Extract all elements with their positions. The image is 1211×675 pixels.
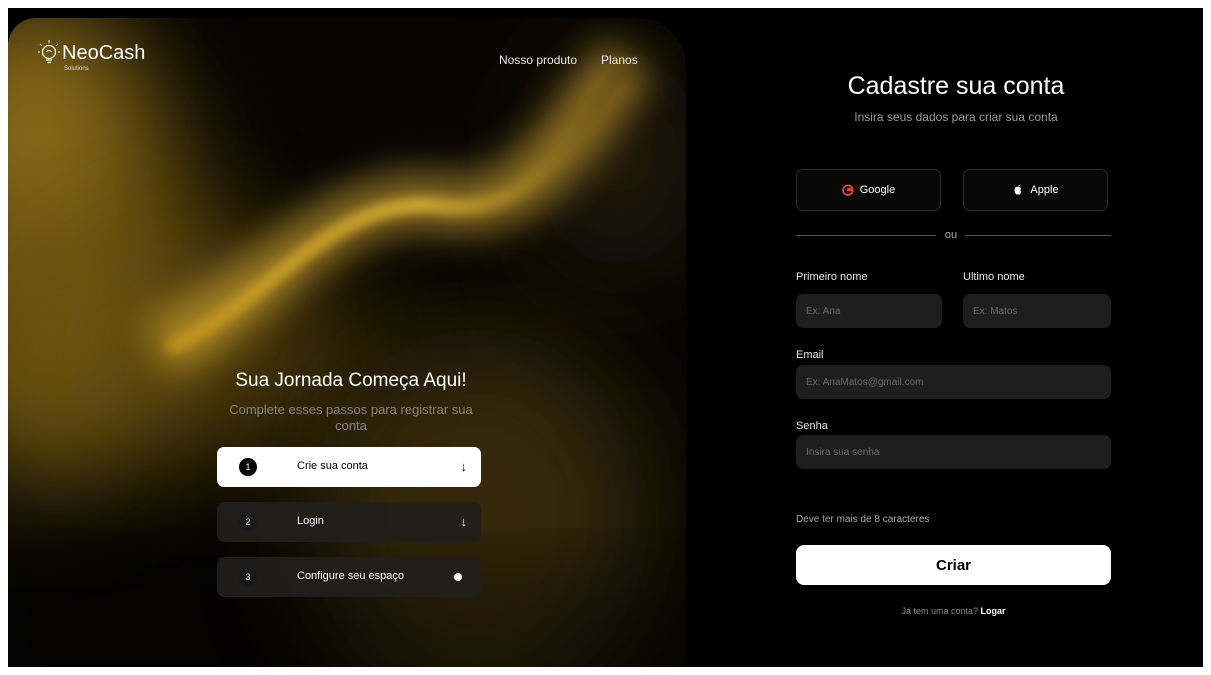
password-hint: Deve ter mais de 8 caracteres <box>796 514 930 525</box>
step-label: Login <box>297 515 324 527</box>
last-name-label: Ultimo nome <box>963 271 1025 283</box>
brand-name: NeoCash <box>62 42 146 64</box>
arrow-down-icon: ↓ <box>460 514 468 529</box>
login-question: Já tem uma conta? <box>901 606 978 616</box>
step-number: 3 <box>239 568 257 586</box>
email-label: Email <box>796 349 824 361</box>
form-title: Cadastre sua conta <box>847 72 1065 100</box>
brand-tagline: Solutions <box>64 66 89 72</box>
google-label: Google <box>859 184 896 196</box>
dot-icon <box>454 573 462 581</box>
password-label: Senha <box>796 420 828 432</box>
nav-link-product[interactable]: Nosso produto <box>499 53 577 67</box>
last-name-input[interactable] <box>963 294 1111 328</box>
nav-link-plans[interactable]: Planos <box>601 53 638 67</box>
form-subtitle: Insira seus dados para criar sua conta <box>854 110 1058 124</box>
app-frame: NeoCash Solutions Nosso produto Planos S… <box>8 8 1203 667</box>
hero-subtitle: Complete esses passos para registrar sua… <box>229 402 473 433</box>
lightbulb-icon <box>38 40 60 64</box>
step-configure-space[interactable]: 3 Configure seu espaço <box>217 557 481 597</box>
google-signup-button[interactable]: Google <box>796 169 941 211</box>
step-label: Configure seu espaço <box>297 570 405 582</box>
hero-panel: NeoCash Solutions Nosso produto Planos S… <box>8 18 686 667</box>
divider-or: ou <box>944 229 958 241</box>
password-input[interactable] <box>796 435 1111 469</box>
divider-left <box>796 235 936 236</box>
apple-icon <box>1014 184 1022 195</box>
divider-right <box>966 235 1111 236</box>
google-icon <box>841 184 854 196</box>
step-number: 1 <box>239 458 257 476</box>
step-login[interactable]: 2 Login ↓ <box>217 502 481 542</box>
hero-title: Sua Jornada Começa Aqui! <box>235 370 467 391</box>
login-prompt: Já tem uma conta? Logar <box>796 606 1111 616</box>
first-name-input[interactable] <box>796 294 942 328</box>
arrow-down-icon: ↓ <box>460 459 468 474</box>
apple-label: Apple <box>1030 184 1059 196</box>
step-create-account[interactable]: 1 Crie sua conta ↓ <box>217 447 481 487</box>
email-input[interactable] <box>796 365 1111 399</box>
login-link[interactable]: Logar <box>981 606 1006 616</box>
step-number: 2 <box>239 513 257 531</box>
create-account-button[interactable]: Criar <box>796 545 1111 585</box>
first-name-label: Primeiro nome <box>796 271 868 283</box>
apple-signup-button[interactable]: Apple <box>963 169 1108 211</box>
step-label: Crie sua conta <box>297 460 368 472</box>
